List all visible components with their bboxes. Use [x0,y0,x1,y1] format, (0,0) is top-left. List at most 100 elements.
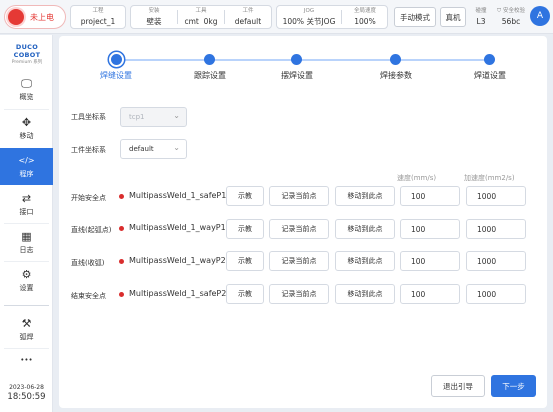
collision-value: L3 [476,17,486,26]
sidebar-item-move[interactable]: ✥ 移动 [0,110,53,147]
sidebar-item-label: 接口 [19,208,34,216]
record-point-button[interactable]: 记录当前点 [269,219,329,239]
gear-icon: ⚙ [21,268,32,281]
step-3-label[interactable]: 摆焊设置 [281,70,313,81]
manual-mode-button[interactable]: 手动模式 [394,7,436,27]
point-name: MultipassWeld_1_safeP2 [129,289,227,298]
step-2-dot[interactable] [204,54,215,65]
tool-value: cmt [184,17,199,26]
record-point-button[interactable]: 记录当前点 [269,186,329,206]
tool-coord-label: 工具坐标系 [71,113,106,121]
jog-mode: 关节JOG [306,17,336,26]
sidebar-item-log[interactable]: ▦ 日志 [0,224,53,261]
workpiece-value: default [234,17,262,26]
chevron-down-icon: ⌄ [173,143,180,152]
sidebar-item-overview[interactable]: 🖵 概览 [0,71,53,108]
tool-load-value: 0kg [203,17,218,26]
sidebar-item-label: 弧焊 [19,333,34,341]
project-label: 工程 [92,8,104,14]
sidebar-item-label: 移动 [19,132,34,140]
safety-checksum[interactable]: ⛉ 安全校验 56bc [494,6,528,27]
move-icon: ✥ [21,116,32,129]
point-status-icon [119,259,124,264]
teach-button[interactable]: 示教 [226,186,264,206]
row-label: 结束安全点 [71,292,106,300]
sidebar-item-label: 设置 [19,284,34,292]
step-4-label[interactable]: 焊接参数 [380,70,412,81]
code-icon: </> [18,156,35,165]
accel-input[interactable]: 1000 [466,186,526,206]
move-to-point-button[interactable]: 移动到此点 [335,251,395,271]
accel-input[interactable]: 1000 [466,219,526,239]
motion-info[interactable]: JOG 100% 关节JOG 全局速度 100% [276,5,388,29]
sidebar: DUCO COBOT Premium 系列 🖵 概览 ✥ 移动 </> 程序 ⇄… [0,35,53,412]
user-avatar[interactable]: A [530,6,550,26]
step-5-dot[interactable] [484,54,495,65]
work-coord-label: 工件坐标系 [71,146,106,154]
global-speed-label: 全局速度 [353,8,376,14]
next-step-button[interactable]: 下一步 [491,375,536,397]
move-to-point-button[interactable]: 移动到此点 [335,219,395,239]
project-info[interactable]: 工程 project_1 [70,5,126,29]
robot-config-info[interactable]: 安装 壁装 工具 cmt 0kg 工件 default [130,5,272,29]
weld-wizard-panel: 焊缝设置 跟踪设置 摆焊设置 焊接参数 焊道设置 工具坐标系 tcp1 ⌄ 工件… [59,36,547,408]
speed-input[interactable]: 100 [400,186,460,206]
accel-input[interactable]: 1000 [466,284,526,304]
welding-icon: ⚒ [21,317,32,330]
speed-input[interactable]: 100 [400,219,460,239]
accel-input[interactable]: 1000 [466,251,526,271]
sidebar-item-label: 概览 [19,93,34,101]
step-5-label[interactable]: 焊道设置 [474,70,506,81]
record-point-button[interactable]: 记录当前点 [269,251,329,271]
project-value: project_1 [80,17,116,26]
speed-input[interactable]: 100 [400,251,460,271]
record-point-button[interactable]: 记录当前点 [269,284,329,304]
step-2-label[interactable]: 跟踪设置 [194,70,226,81]
workpiece-label: 工件 [242,8,254,14]
move-to-point-button[interactable]: 移动到此点 [335,186,395,206]
step-3-dot[interactable] [291,54,302,65]
row-label: 直线(起弧点) [71,226,112,234]
jog-percent: 100% [282,17,305,26]
sidebar-item-label: 日志 [19,246,34,254]
collision-level[interactable]: 碰撞 L3 [470,6,492,27]
top-status-bar: 未上电 工程 project_1 安装 壁装 工具 cmt 0kg 工件 def… [0,0,553,34]
step-4-dot[interactable] [390,54,401,65]
work-coord-select[interactable]: default ⌄ [120,139,187,159]
time-text: 18:50:59 [7,392,46,402]
sidebar-item-interface[interactable]: ⇄ 接口 [0,186,53,223]
brand-logo: DUCO COBOT Premium 系列 [11,43,43,65]
sidebar-item-settings[interactable]: ⚙ 设置 [0,262,53,299]
date-text: 2023-06-28 [9,384,44,391]
teach-button[interactable]: 示教 [226,219,264,239]
point-status-icon [119,226,124,231]
work-coord-value: default [129,145,154,153]
tool-label: 工具 [195,8,207,14]
sidebar-item-program[interactable]: </> 程序 [0,148,53,185]
more-icon: ••• [20,355,33,364]
monitor-icon: 🖵 [21,77,32,90]
interface-icon: ⇄ [21,192,32,205]
speed-input[interactable]: 100 [400,284,460,304]
install-label: 安装 [148,8,160,14]
tool-coord-select[interactable]: tcp1 ⌄ [120,107,187,127]
step-1-dot[interactable] [109,52,124,67]
power-status-icon [8,9,24,25]
power-button[interactable]: 未上电 [4,5,66,29]
point-name: MultipassWeld_1_wayP2 [129,256,226,265]
teach-button[interactable]: 示教 [226,284,264,304]
real-machine-button[interactable]: 真机 [440,7,466,27]
step-1-label[interactable]: 焊缝设置 [100,70,132,81]
row-label: 开始安全点 [71,194,106,202]
sidebar-item-arc-welding[interactable]: ⚒ 弧焊 [0,311,53,348]
move-to-point-button[interactable]: 移动到此点 [335,284,395,304]
calendar-icon: ▦ [21,230,32,243]
datetime: 2023-06-28 18:50:59 [0,384,53,402]
sidebar-item-label: 程序 [19,170,34,178]
teach-button[interactable]: 示教 [226,251,264,271]
speed-column-header: 速度(mm/s) [397,174,437,182]
row-label: 直线(收弧) [71,259,105,267]
point-name: MultipassWeld_1_wayP1 [129,223,226,232]
sidebar-item-more[interactable]: ••• [0,349,53,371]
exit-wizard-button[interactable]: 退出引导 [431,375,485,397]
